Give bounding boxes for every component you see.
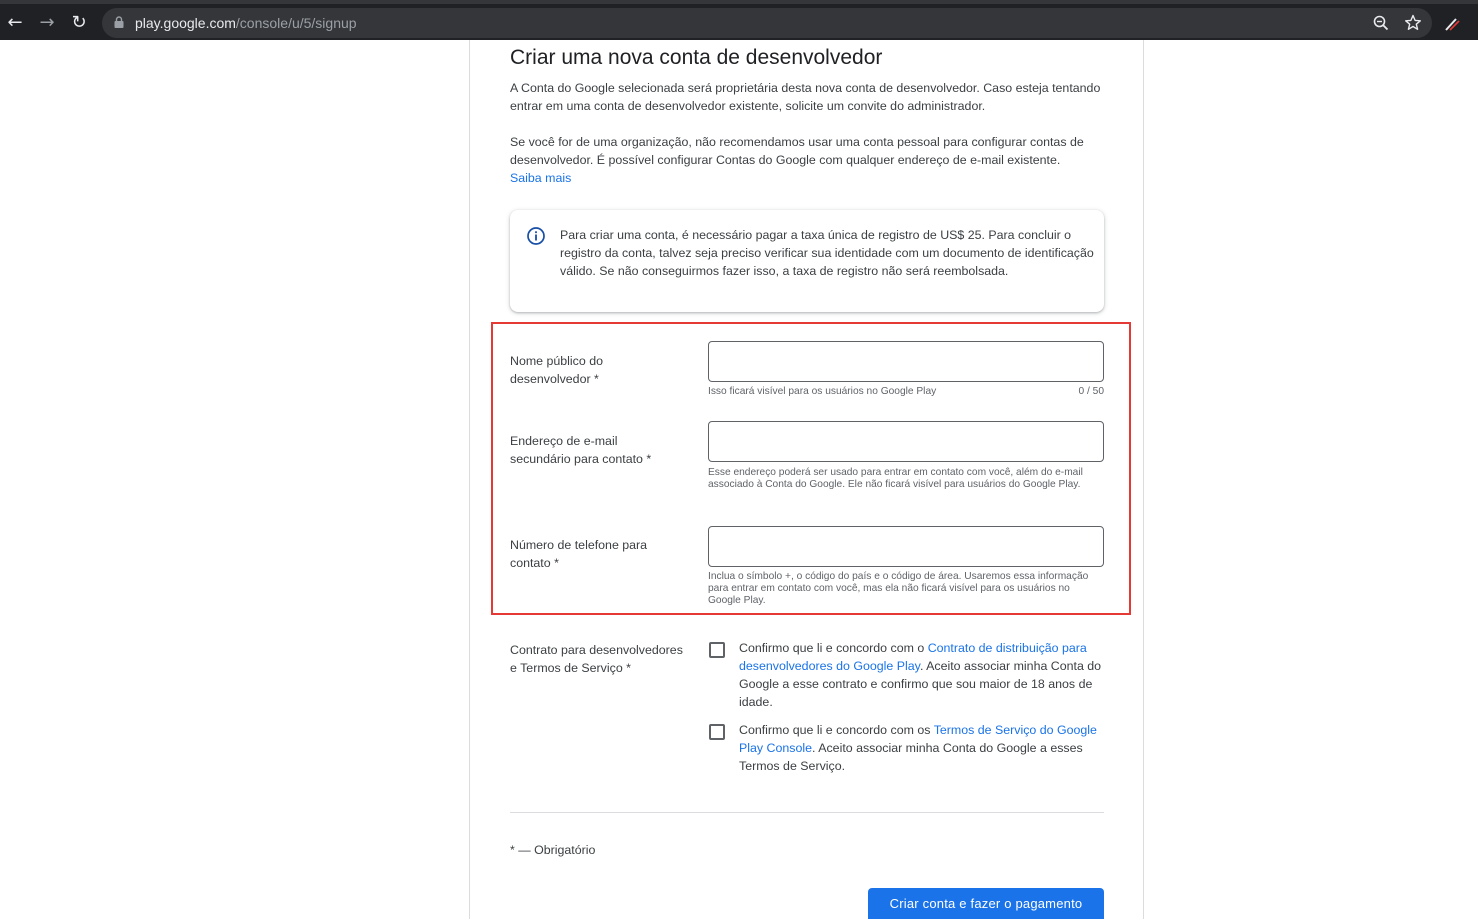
reload-icon[interactable]: ↻ — [66, 10, 92, 36]
agreement-label: Contrato para desenvolvedores e Termos d… — [510, 643, 683, 675]
learn-more-link[interactable]: Saiba mais — [510, 171, 571, 185]
page-title: Criar uma nova conta de desenvolvedor — [510, 46, 883, 69]
create-account-and-pay-button[interactable]: Criar conta e fazer o pagamento — [868, 888, 1104, 919]
extension-icon[interactable] — [1442, 14, 1462, 34]
distribution-agreement-text: Confirmo que li e concordo com o Contrat… — [739, 639, 1107, 711]
terms-of-service-text: Confirmo que li e concordo com os Termos… — [739, 721, 1107, 775]
url-path: /console/u/5/signup — [235, 15, 357, 31]
required-note: * — Obrigatório — [510, 843, 596, 857]
zoom-icon[interactable] — [1370, 12, 1392, 34]
info-text: Para criar uma conta, é necessário pagar… — [560, 228, 1094, 278]
url-text[interactable]: play.google.com/console/u/5/signup — [135, 15, 357, 31]
star-icon[interactable] — [1402, 12, 1424, 34]
distribution-agreement-checkbox[interactable] — [709, 642, 725, 658]
info-icon — [527, 227, 545, 245]
intro-paragraph: A Conta do Google selecionada será propr… — [510, 81, 1101, 113]
highlight-box — [491, 322, 1131, 615]
terms-of-service-prefix: Confirmo que li e concordo com os — [739, 723, 934, 737]
info-banner: Para criar uma conta, é necessário pagar… — [510, 210, 1104, 312]
lock-icon[interactable] — [114, 16, 124, 28]
distribution-agreement-prefix: Confirmo que li e concordo com o — [739, 641, 928, 655]
browser-toolbar: ← → ↻ play.google.com/console/u/5/signup — [0, 0, 1478, 40]
address-bar[interactable]: play.google.com/console/u/5/signup — [102, 8, 1432, 38]
back-arrow-icon[interactable]: ← — [2, 10, 28, 36]
divider — [510, 812, 1104, 813]
forward-arrow-icon[interactable]: → — [34, 10, 60, 36]
organization-paragraph: Se você for de uma organização, não reco… — [510, 133, 1110, 187]
url-host: play.google.com — [135, 15, 236, 31]
terms-of-service-checkbox[interactable] — [709, 724, 725, 740]
organization-text: Se você for de uma organização, não reco… — [510, 135, 1084, 167]
